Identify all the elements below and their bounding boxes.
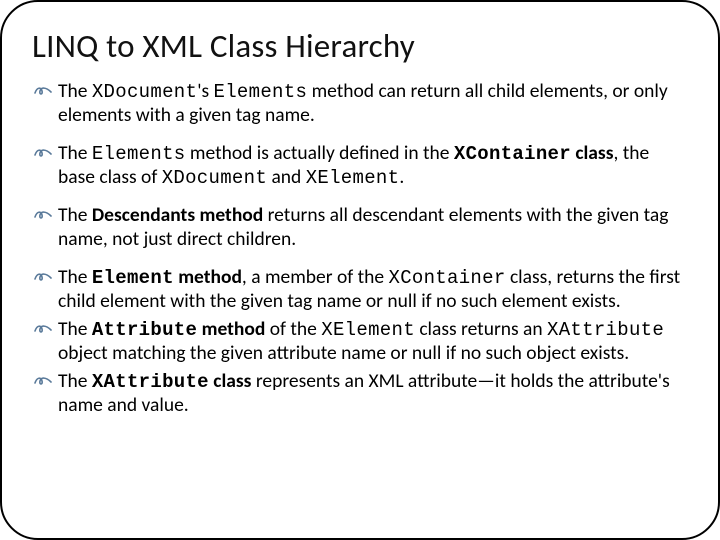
list-item: The XAttribute class represents an XML a… — [34, 370, 686, 418]
text: 's — [197, 79, 213, 103]
slide-title: LINQ to XML Class Hierarchy — [32, 26, 690, 66]
text: method is actually defined in the — [185, 141, 453, 165]
code-bold: Attribute — [92, 319, 197, 341]
code: XElement — [321, 319, 415, 341]
code: Elements — [214, 81, 308, 103]
text: , a member of the — [242, 265, 389, 289]
text-bold: method — [174, 265, 242, 289]
code-bold: XAttribute — [92, 371, 209, 393]
bullet-list: The XDocument's Elements method can retu… — [30, 80, 690, 418]
text: The — [58, 203, 92, 227]
text: The — [58, 141, 92, 165]
list-item: The Attribute method of the XElement cla… — [34, 318, 686, 366]
list-item: The XDocument's Elements method can retu… — [34, 80, 686, 128]
text: The — [58, 79, 92, 103]
code: XDocument — [92, 81, 197, 103]
text: and — [267, 165, 306, 189]
code-bold: Element — [92, 267, 174, 289]
text: class returns an — [415, 317, 547, 341]
text: of the — [265, 317, 321, 341]
list-item: The Element method, a member of the XCon… — [34, 266, 686, 314]
code: XAttribute — [547, 319, 664, 341]
code: XContainer — [389, 267, 506, 289]
code: Elements — [92, 143, 186, 165]
text-bold: method — [197, 317, 265, 341]
code-bold: XContainer — [454, 143, 571, 165]
code: XElement — [306, 167, 400, 189]
list-item: The Elements method is actually defined … — [34, 142, 686, 190]
text: object matching the given attribute name… — [58, 341, 629, 365]
text: The — [58, 369, 92, 393]
text: The — [58, 265, 92, 289]
text: The — [58, 317, 92, 341]
code: XDocument — [162, 167, 267, 189]
text-bold: class — [209, 369, 252, 393]
text: . — [399, 165, 404, 189]
slide-frame: LINQ to XML Class Hierarchy The XDocumen… — [0, 0, 720, 540]
list-item: The Descendants method returns all desce… — [34, 204, 686, 252]
text-bold: Descendants method — [92, 203, 263, 227]
text-bold: class — [571, 141, 614, 165]
